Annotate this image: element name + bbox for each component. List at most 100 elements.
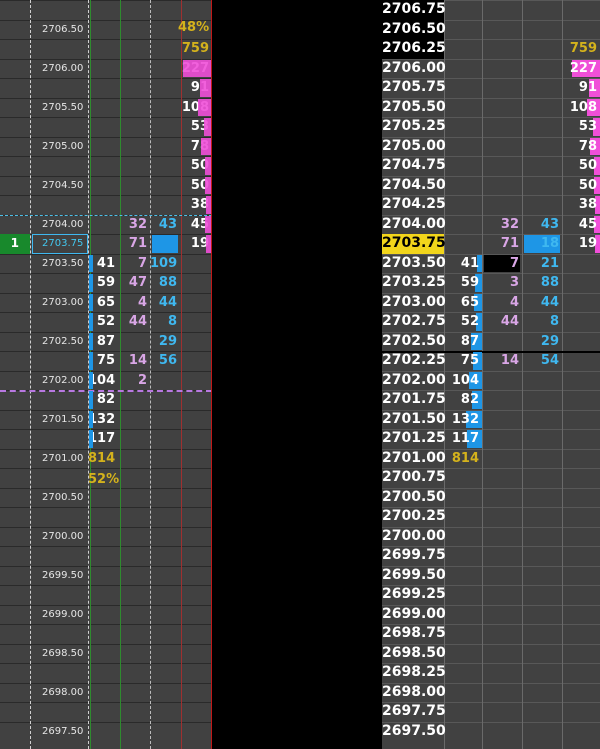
- right-price-ladder: 2706.75 2706.50 2706.25 2706.00 2705.75 2705.…: [382, 0, 600, 749]
- price-label: 2702.50: [382, 332, 446, 349]
- price-label: 2705.50: [382, 98, 446, 115]
- price-label: 2704.50: [382, 176, 446, 193]
- buy-trades: 44: [158, 294, 177, 310]
- buy-trades: 8: [549, 314, 559, 329]
- price-label: 2698.00: [42, 686, 84, 698]
- sell-trades: 32: [500, 216, 519, 232]
- bid-volume: 814: [88, 450, 116, 466]
- price-label: 2704.00: [42, 218, 84, 230]
- bid-volume: 59: [460, 275, 479, 290]
- ask-volume: 38: [578, 197, 597, 212]
- bid-volume: 82: [460, 392, 479, 407]
- sell-trades: 44: [500, 314, 519, 329]
- ask-volume-bar: [183, 59, 211, 77]
- buy-trades: 54: [540, 353, 559, 368]
- buy-trades: 109: [150, 255, 178, 271]
- bid-volume-bar: [89, 313, 93, 331]
- ask-volume: 108: [569, 99, 597, 115]
- price-label: 2698.00: [382, 683, 446, 700]
- sell-trades: 14: [128, 353, 147, 368]
- price-label: 2703.50: [42, 257, 84, 269]
- column-divider: [522, 0, 523, 749]
- price-label: 2701.25: [382, 430, 446, 446]
- buy-trades: 21: [540, 255, 559, 271]
- sell-trades: 4: [509, 294, 519, 310]
- current-price-label: 2703.75: [382, 235, 446, 251]
- price-label: 2705.50: [42, 101, 84, 113]
- bid-volume-bar: [89, 332, 93, 350]
- price-label: 2702.50: [42, 335, 84, 347]
- price-label: 2698.50: [382, 644, 446, 661]
- price-label: 2706.50: [382, 20, 446, 37]
- price-label: 2702.75: [382, 313, 446, 329]
- price-label: 2704.50: [42, 179, 84, 191]
- price-label: 2705.00: [42, 140, 84, 152]
- bid-percentage: 52%: [88, 472, 120, 487]
- buy-trades: 88: [540, 275, 559, 290]
- price-label: 2698.50: [42, 647, 84, 659]
- buy-trades: 43: [540, 216, 559, 232]
- price-label: 2697.75: [382, 703, 446, 719]
- price-label: 2706.75: [382, 1, 446, 17]
- price-label: 2701.00: [382, 449, 446, 466]
- price-label: 2703.00: [42, 296, 84, 308]
- sell-trades: 32: [128, 216, 147, 232]
- price-label: 2701.50: [382, 410, 446, 427]
- price-label: 2698.75: [382, 625, 446, 641]
- price-label: 2706.25: [382, 40, 446, 56]
- price-label: 2697.50: [42, 725, 84, 737]
- bid-volume: 104: [451, 372, 479, 388]
- price-label: 2699.00: [42, 608, 84, 620]
- buy-trades: 43: [158, 216, 177, 232]
- price-label: 2704.75: [382, 157, 446, 173]
- ask-volume: 19: [578, 236, 597, 251]
- price-label: 2706.00: [42, 62, 84, 74]
- bid-volume-bar: [89, 274, 93, 292]
- left-price-ladder: 2706.50 2706.00 2705.50 2705.00 2704.50 2704.…: [0, 0, 212, 749]
- bid-volume-bar: [89, 352, 93, 370]
- price-label: 2698.25: [382, 664, 446, 680]
- position-qty: 1: [10, 236, 19, 250]
- current-price-box: [32, 234, 88, 254]
- price-label: 2697.50: [382, 722, 446, 739]
- price-label: 2704.00: [382, 215, 446, 232]
- bid-volume: 117: [451, 431, 479, 446]
- bid-volume-bar: [89, 430, 93, 448]
- sell-trades: 2: [137, 372, 147, 388]
- price-label: 2705.00: [382, 137, 446, 154]
- ask-volume: 759: [569, 41, 597, 56]
- price-label: 2705.75: [382, 79, 446, 95]
- sell-trades: 3: [509, 275, 519, 290]
- buy-trades: 56: [158, 353, 177, 368]
- column-divider: [30, 0, 31, 749]
- bid-volume: 132: [451, 411, 479, 427]
- ask-volume-bar: [201, 137, 211, 155]
- ask-volume-bar: [204, 118, 211, 136]
- ask-volume: 45: [578, 216, 597, 232]
- bid-volume-bar: [89, 254, 93, 272]
- bid-volume-bar: [89, 293, 93, 311]
- bid-volume-bar: [89, 410, 93, 428]
- sell-trades: 71: [128, 236, 147, 251]
- bid-volume-bar: [89, 391, 93, 409]
- ask-volume-bar: [199, 79, 211, 97]
- bid-volume: 41: [460, 255, 479, 271]
- ask-volume-bar: [197, 98, 211, 116]
- price-label: 2699.75: [382, 547, 446, 563]
- price-label: 2702.25: [382, 352, 446, 368]
- bid-volume: 87: [460, 333, 479, 349]
- price-label: 2704.25: [382, 196, 446, 212]
- ask-volume: 53: [578, 119, 597, 134]
- buy-trades: 29: [158, 333, 177, 349]
- bid-volume: 75: [460, 353, 479, 368]
- price-label: 2701.50: [42, 413, 84, 425]
- price-label: 2705.25: [382, 118, 446, 134]
- buy-trades: 8: [167, 314, 177, 329]
- sell-trades: 7: [509, 255, 519, 271]
- price-label: 2699.50: [382, 566, 446, 583]
- price-label: 2699.50: [42, 569, 84, 581]
- price-label: 2706.50: [42, 23, 84, 35]
- center-blank-area: [212, 0, 382, 749]
- sell-trades: 14: [500, 353, 519, 368]
- price-label: 2700.75: [382, 469, 446, 485]
